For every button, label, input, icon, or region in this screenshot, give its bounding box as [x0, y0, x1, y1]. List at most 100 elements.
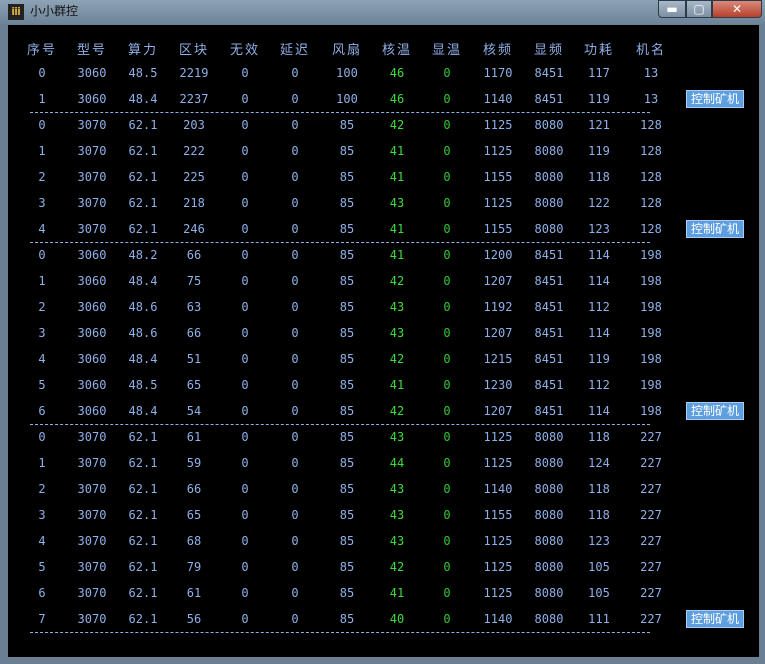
cell-fan: 85: [339, 430, 355, 444]
control-miner-button[interactable]: 控制矿机: [686, 610, 744, 628]
cell-model: 3070: [77, 222, 107, 236]
cell-invalid: 0: [241, 248, 249, 262]
cell-model: 3060: [77, 248, 107, 262]
cell-index: 3: [38, 196, 46, 210]
cell-invalid: 0: [241, 170, 249, 184]
cell-index: 6: [38, 586, 46, 600]
cell-index: 1: [38, 456, 46, 470]
cell-fan: 85: [339, 248, 355, 262]
cell-rig-name: 198: [640, 378, 662, 392]
cell-rig-name: 128: [640, 118, 662, 132]
cell-mem-clock: 8080: [534, 534, 564, 548]
cell-index: 4: [38, 222, 46, 236]
cell-power: 122: [588, 196, 610, 210]
cell-fan: 85: [339, 300, 355, 314]
cell-model: 3070: [77, 586, 107, 600]
cell-hashrate: 62.1: [128, 612, 158, 626]
cell-power: 114: [588, 326, 610, 340]
minimize-button[interactable]: ▬: [658, 0, 686, 18]
column-header-core-temp: 核温: [381, 43, 413, 58]
cell-invalid: 0: [241, 196, 249, 210]
cell-latency: 0: [291, 586, 299, 600]
cell-model: 3060: [77, 274, 107, 288]
cell-core-clock: 1125: [483, 430, 513, 444]
app-window: ⅲ 小小群控 ▬ ▢ ✕ 序号 型号 算力 区块 无效 延迟 风扇 核温 显温 核频 显频 功耗 机名 0…: [0, 0, 765, 664]
cell-latency: 0: [291, 144, 299, 158]
cell-power: 118: [588, 482, 610, 496]
cell-index: 2: [38, 300, 46, 314]
cell-latency: 0: [291, 378, 299, 392]
cell-rig-name: 128: [640, 144, 662, 158]
cell-hashrate: 62.1: [128, 534, 158, 548]
cell-blocks: 66: [186, 248, 202, 262]
cell-mem-clock: 8080: [534, 430, 564, 444]
cell-hashrate: 48.6: [128, 326, 158, 340]
cell-power: 121: [588, 118, 610, 132]
cell-latency: 0: [291, 482, 299, 496]
cell-model: 3070: [77, 170, 107, 184]
close-button[interactable]: ✕: [712, 0, 762, 18]
control-miner-button[interactable]: 控制矿机: [686, 90, 744, 108]
cell-index: 0: [38, 430, 46, 444]
cell-rig-name: 128: [640, 222, 662, 236]
cell-fan: 85: [339, 144, 355, 158]
cell-power: 123: [588, 222, 610, 236]
cell-blocks: 79: [186, 560, 202, 574]
cell-rig-name: 13: [643, 66, 659, 80]
cell-gpu-temp: 0: [443, 534, 451, 548]
cell-fan: 85: [339, 560, 355, 574]
cell-core-temp: 46: [389, 92, 405, 106]
cell-blocks: 68: [186, 534, 202, 548]
cell-core-temp: 40: [389, 612, 405, 626]
cell-index: 2: [38, 170, 46, 184]
cell-mem-clock: 8080: [534, 222, 564, 236]
cell-mem-clock: 8080: [534, 170, 564, 184]
cell-model: 3070: [77, 560, 107, 574]
cell-core-temp: 41: [389, 586, 405, 600]
cell-core-temp: 43: [389, 326, 405, 340]
cell-core-clock: 1140: [483, 92, 513, 106]
cell-hashrate: 62.1: [128, 144, 158, 158]
cell-fan: 85: [339, 118, 355, 132]
cell-invalid: 0: [241, 66, 249, 80]
cell-blocks: 2219: [179, 66, 209, 80]
cell-core-clock: 1155: [483, 222, 513, 236]
cell-rig-name: 227: [640, 482, 662, 496]
cell-core-temp: 41: [389, 170, 405, 184]
cell-core-temp: 43: [389, 300, 405, 314]
cell-rig-name: 227: [640, 560, 662, 574]
cell-latency: 0: [291, 300, 299, 314]
control-miner-button[interactable]: 控制矿机: [686, 220, 744, 238]
cell-core-temp: 42: [389, 274, 405, 288]
cell-fan: 100: [336, 66, 358, 80]
cell-core-clock: 1140: [483, 612, 513, 626]
title-bar[interactable]: ⅲ 小小群控 ▬ ▢ ✕: [0, 0, 765, 24]
maximize-button[interactable]: ▢: [686, 0, 712, 18]
cell-mem-clock: 8451: [534, 66, 564, 80]
cell-core-clock: 1125: [483, 118, 513, 132]
cell-rig-name: 227: [640, 508, 662, 522]
cell-invalid: 0: [241, 482, 249, 496]
cell-core-clock: 1207: [483, 274, 513, 288]
cell-gpu-temp: 0: [443, 66, 451, 80]
column-header-blocks: 区块: [178, 43, 210, 58]
cell-hashrate: 48.4: [128, 352, 158, 366]
cell-hashrate: 48.6: [128, 300, 158, 314]
cell-power: 112: [588, 378, 610, 392]
cell-mem-clock: 8451: [534, 92, 564, 106]
cell-blocks: 65: [186, 378, 202, 392]
column-header-rig-name: 机名: [635, 43, 667, 58]
cell-latency: 0: [291, 352, 299, 366]
cell-blocks: 63: [186, 300, 202, 314]
cell-blocks: 61: [186, 430, 202, 444]
cell-core-temp: 43: [389, 196, 405, 210]
cell-mem-clock: 8451: [534, 378, 564, 392]
cell-power: 117: [588, 66, 610, 80]
cell-index: 5: [38, 378, 46, 392]
cell-blocks: 246: [183, 222, 205, 236]
cell-index: 0: [38, 118, 46, 132]
cell-invalid: 0: [241, 352, 249, 366]
window-title: 小小群控: [30, 4, 79, 18]
control-miner-button[interactable]: 控制矿机: [686, 402, 744, 420]
cell-invalid: 0: [241, 92, 249, 106]
